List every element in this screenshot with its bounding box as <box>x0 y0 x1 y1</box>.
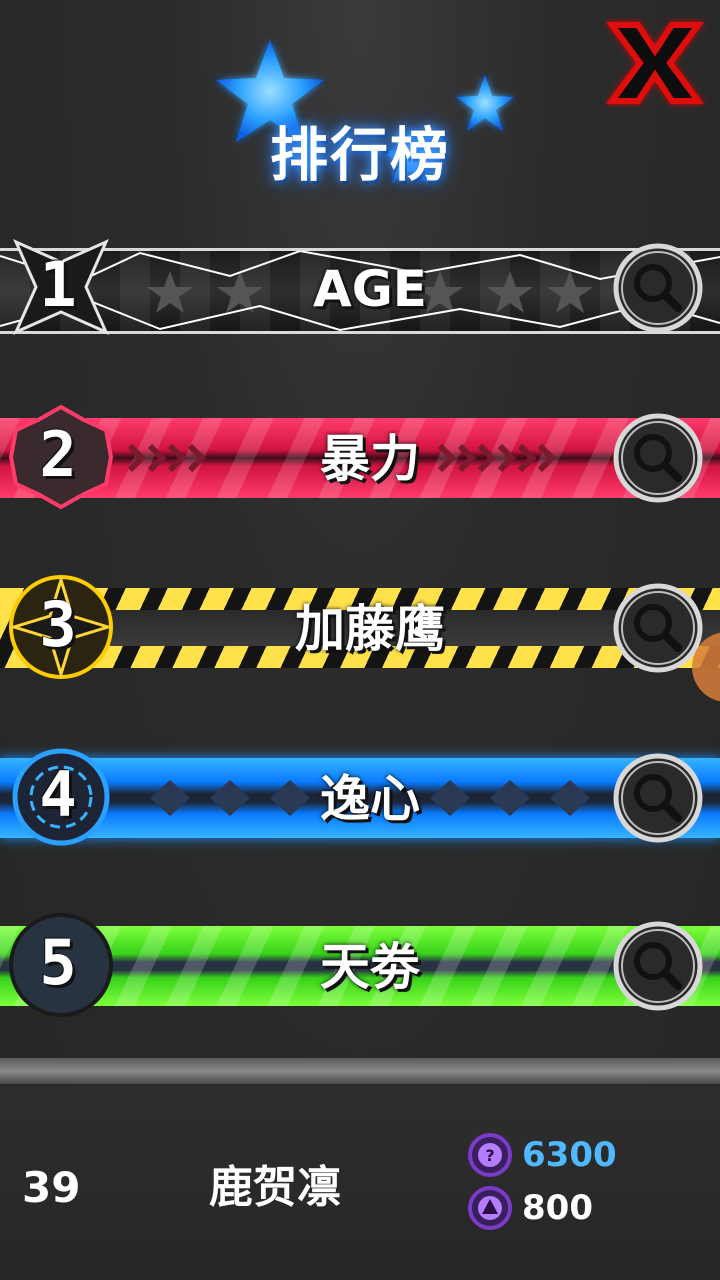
magnifier-icon <box>613 921 703 1011</box>
magnifier-icon <box>613 413 703 503</box>
leaderboard-row-4[interactable]: 4 逸心 <box>0 720 720 870</box>
currency-amount-1: 6300 <box>522 1135 617 1175</box>
rank-number: 5 <box>39 926 77 999</box>
page-title: 排行榜 <box>269 121 450 189</box>
footer-divider <box>0 1058 720 1084</box>
magnifier-icon <box>613 583 703 673</box>
title-banner: 排行榜 <box>200 30 520 190</box>
my-player-name: 鹿贺凛 <box>209 1162 341 1213</box>
leaderboard-row-1[interactable]: 1 AGE <box>0 210 720 360</box>
leaderboard-row-2[interactable]: 2 暴力 <box>0 380 720 530</box>
leaderboard-row-3[interactable]: 3 加藤鹰 <box>0 550 720 700</box>
view-profile-button[interactable] <box>612 920 704 1012</box>
purple-gem-coin-icon: ? <box>468 1133 512 1177</box>
currency-amount-2: 800 <box>522 1188 593 1228</box>
view-profile-button[interactable] <box>612 242 704 334</box>
player-name: 天劵 <box>320 938 420 996</box>
rank-number: 1 <box>39 248 77 321</box>
close-icon <box>606 22 704 104</box>
view-profile-button[interactable] <box>612 582 704 674</box>
rank-number: 4 <box>39 758 77 831</box>
view-profile-button[interactable] <box>612 412 704 504</box>
player-name: 加藤鹰 <box>295 600 445 658</box>
magnifier-icon <box>613 243 703 333</box>
rank-number: 2 <box>39 418 77 491</box>
player-name: 暴力 <box>320 430 420 488</box>
close-button[interactable] <box>600 15 710 110</box>
view-profile-button[interactable] <box>612 752 704 844</box>
my-rank-number: 39 <box>22 1163 81 1212</box>
svg-text:?: ? <box>485 1146 494 1165</box>
leaderboard-row-5[interactable]: 5 天劵 <box>0 888 720 1038</box>
purple-crystal-coin-icon <box>468 1186 512 1230</box>
magnifier-icon <box>613 753 703 843</box>
rank-number: 3 <box>39 588 77 661</box>
player-name: AGE <box>313 260 427 318</box>
player-name: 逸心 <box>320 770 420 828</box>
